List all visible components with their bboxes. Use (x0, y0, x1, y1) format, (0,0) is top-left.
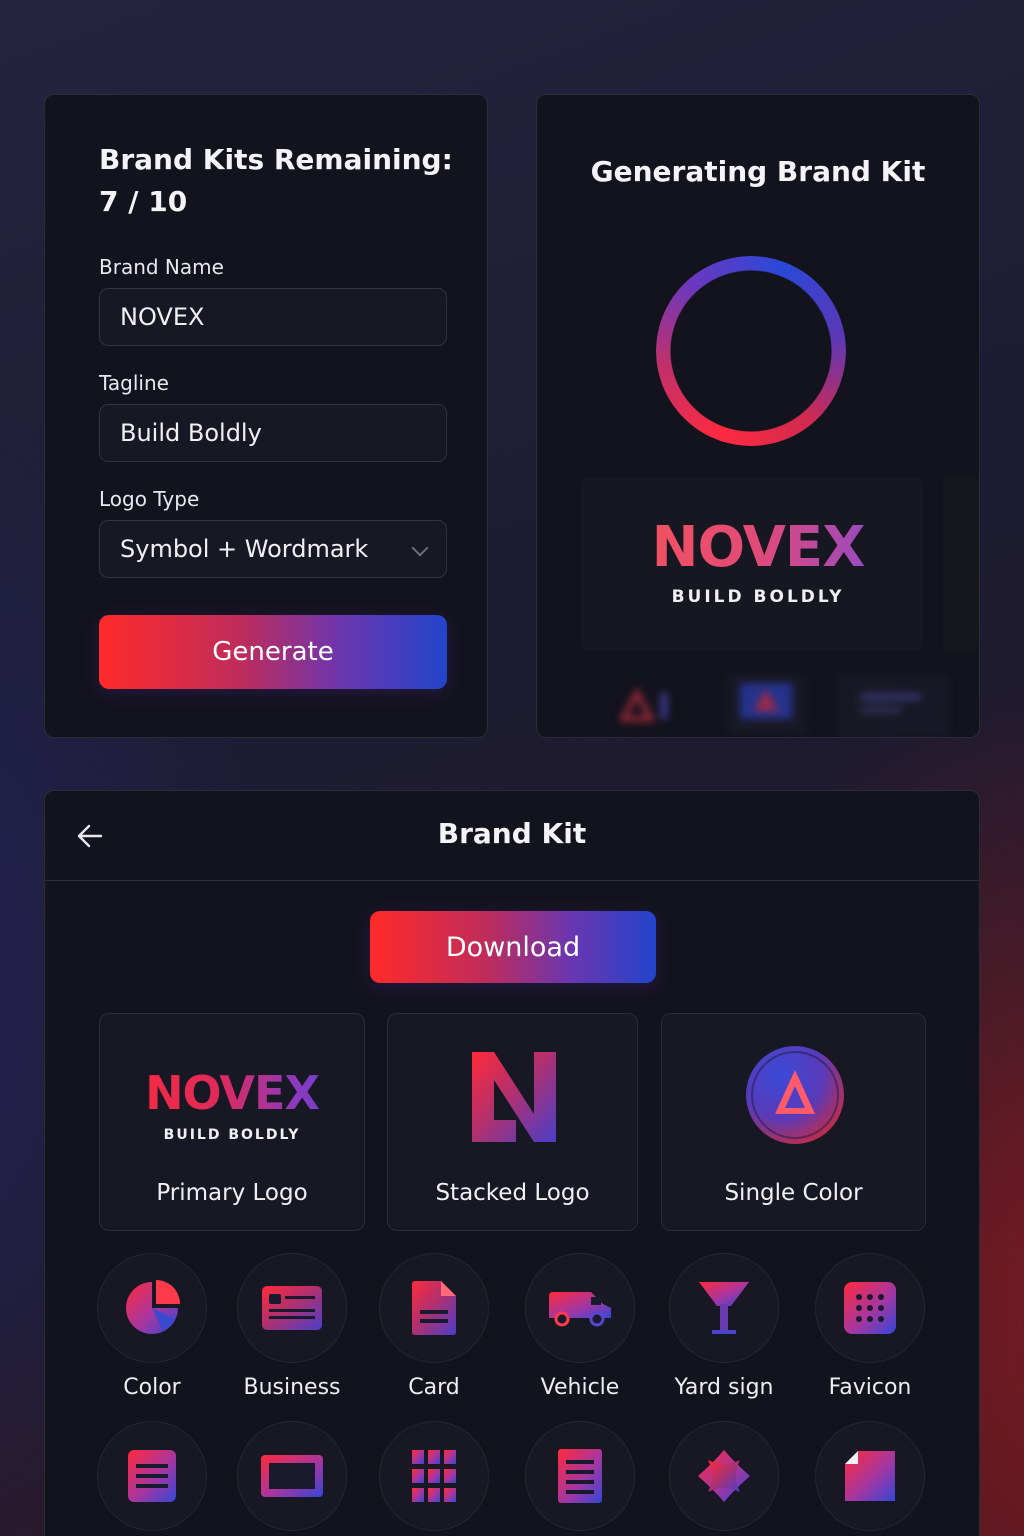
flyer-asset-button[interactable] (525, 1421, 635, 1531)
kits-remaining: Brand Kits Remaining: 7 / 10 (99, 139, 459, 223)
preview-wordmark: NOVEX (537, 515, 979, 580)
brand-kit-header: Brand Kit (45, 791, 979, 881)
loading-ring-icon (656, 256, 846, 446)
flyer-icon (558, 1449, 602, 1503)
grid-asset-button[interactable] (379, 1421, 489, 1531)
vehicle-asset-label: Vehicle (540, 1375, 620, 1400)
generate-button[interactable]: Generate (99, 615, 447, 689)
yard-sign-asset-button[interactable] (669, 1253, 779, 1363)
card-asset-label: Card (408, 1375, 460, 1400)
card-asset-button[interactable] (379, 1253, 489, 1363)
primary-logo-wordmark: NOVEX (100, 1066, 364, 1120)
primary-logo-tagline: BUILD BOLDLY (163, 1127, 301, 1143)
document-icon (412, 1281, 456, 1335)
brand-name-value: NOVEX (120, 303, 205, 331)
letterhead-icon (128, 1450, 176, 1502)
n-monogram-icon (472, 1052, 556, 1142)
van-icon (549, 1292, 611, 1327)
a-mark-thumbnail-icon (618, 687, 667, 722)
kits-remaining-label: Brand Kits Remaining: (99, 143, 453, 176)
primary-logo-tile[interactable]: NOVEX BUILD BOLDLY Primary Logo (99, 1013, 365, 1231)
pie-chart-icon (126, 1280, 180, 1334)
yard-sign-icon (699, 1282, 749, 1334)
sticker-asset-button[interactable] (669, 1421, 779, 1531)
vehicle-asset-button[interactable] (525, 1253, 635, 1363)
a-badge-thumbnail-icon (727, 675, 807, 735)
single-color-label: Single Color (724, 1180, 863, 1206)
business-asset-label: Business (243, 1375, 341, 1400)
a-badge-icon (746, 1046, 844, 1144)
letterhead-asset-button[interactable] (97, 1421, 207, 1531)
folded-page-asset-button[interactable] (815, 1421, 925, 1531)
favicon-asset-button[interactable] (815, 1253, 925, 1363)
business-asset-button[interactable] (237, 1253, 347, 1363)
chevron-down-icon (411, 539, 429, 557)
folded-page-icon (845, 1451, 895, 1501)
brand-name-label: Brand Name (99, 255, 224, 279)
single-color-tile[interactable]: Single Color (661, 1013, 926, 1231)
tagline-value: Build Boldly (120, 419, 262, 447)
business-card-icon (262, 1286, 322, 1330)
color-asset-label: Color (123, 1375, 181, 1400)
banner-asset-button[interactable] (237, 1421, 347, 1531)
kits-remaining-count: 7 / 10 (99, 185, 188, 218)
tagline-label: Tagline (99, 371, 169, 395)
primary-logo-label: Primary Logo (156, 1180, 308, 1206)
preview-tagline: BUILD BOLDLY (671, 587, 845, 607)
wordmark-thumbnail-icon (837, 675, 949, 737)
grid-icon (412, 1450, 456, 1502)
tagline-input[interactable]: Build Boldly (99, 404, 447, 462)
logo-type-label: Logo Type (99, 487, 200, 511)
banner-icon (261, 1455, 323, 1497)
logo-type-select[interactable]: Symbol + Wordmark (99, 520, 447, 578)
favicon-grid-icon (844, 1282, 896, 1334)
brand-kit-title: Brand Kit (437, 817, 587, 850)
brand-kit-card: Brand Kit Download NOVEX BUILD BOLDLY Pr… (44, 790, 980, 1536)
logo-type-value: Symbol + Wordmark (120, 535, 369, 563)
sticker-icon (698, 1450, 750, 1502)
download-button[interactable]: Download (370, 911, 656, 983)
stacked-logo-label: Stacked Logo (435, 1180, 590, 1206)
brand-name-input[interactable]: NOVEX (99, 288, 447, 346)
generating-title: Generating Brand Kit (590, 155, 926, 188)
color-asset-button[interactable] (97, 1253, 207, 1363)
yard-sign-asset-label: Yard sign (674, 1375, 774, 1400)
favicon-asset-label: Favicon (828, 1375, 912, 1400)
brand-form-card: Brand Kits Remaining: 7 / 10 Brand Name … (44, 94, 488, 738)
generating-card: Generating Brand Kit NOVEX BUILD BOLDLY (536, 94, 980, 738)
stacked-logo-tile[interactable]: Stacked Logo (387, 1013, 638, 1231)
